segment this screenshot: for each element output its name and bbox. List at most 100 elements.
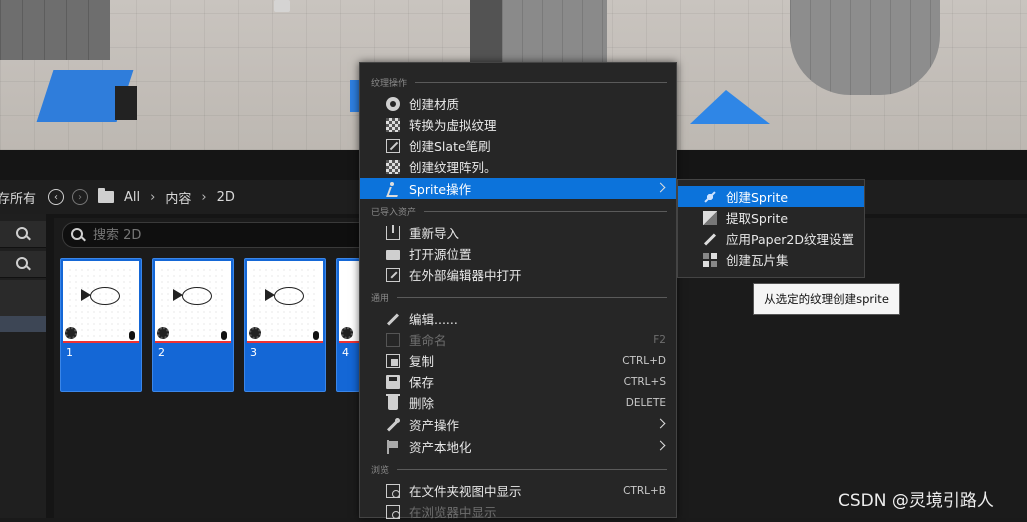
section-divider bbox=[397, 469, 667, 470]
menu-label: 重命名 bbox=[409, 333, 447, 348]
menu-create-slate-brush[interactable]: 创建Slate笔刷 bbox=[360, 135, 676, 156]
actor-icon[interactable] bbox=[274, 0, 290, 12]
search-icon bbox=[71, 228, 85, 242]
menu-show-in-browser[interactable]: 在浏览器中显示 bbox=[360, 501, 676, 522]
section-divider bbox=[397, 297, 667, 298]
folder-tree[interactable] bbox=[0, 280, 46, 316]
asset-tile[interactable]: 4 bbox=[336, 258, 360, 392]
menu-label: 创建材质 bbox=[409, 97, 460, 112]
search-icon bbox=[16, 227, 30, 241]
menu-convert-virtual-texture[interactable]: 转换为虚拟纹理 bbox=[360, 114, 676, 135]
menu-open-external-editor[interactable]: 在外部编辑器中打开 bbox=[360, 264, 676, 285]
selected-folder-row[interactable] bbox=[0, 316, 46, 332]
chevron-right-icon bbox=[655, 418, 666, 429]
menu-show-in-folder-view[interactable]: 在文件夹视图中显示 CTRL+B bbox=[360, 480, 676, 501]
menu-label: 复制 bbox=[409, 354, 435, 369]
menu-open-source-location[interactable]: 打开源位置 bbox=[360, 243, 676, 264]
menu-rename[interactable]: 重命名 F2 bbox=[360, 329, 676, 350]
section-label: 已导入资产 bbox=[371, 208, 417, 218]
breadcrumb-separator-icon[interactable]: › bbox=[201, 190, 206, 205]
section-label: 纹理操作 bbox=[371, 79, 408, 89]
shortcut-label: CTRL+D bbox=[622, 354, 666, 367]
search-icon bbox=[16, 257, 30, 271]
asset-name: 3 bbox=[250, 346, 257, 359]
menu-reimport[interactable]: 重新导入 bbox=[360, 222, 676, 243]
chevron-right-icon bbox=[655, 182, 666, 193]
folder-search-icon bbox=[386, 504, 400, 519]
texture-type-icon bbox=[249, 327, 261, 339]
texture-type-icon bbox=[65, 327, 77, 339]
menu-create-texture-array[interactable]: 创建纹理阵列。 bbox=[360, 156, 676, 177]
fish-body bbox=[274, 287, 304, 305]
menu-label: 在文件夹视图中显示 bbox=[409, 484, 522, 499]
asset-thumbnail bbox=[339, 261, 359, 343]
save-icon bbox=[386, 374, 400, 389]
section-imported-asset: 已导入资产 bbox=[371, 205, 667, 218]
submenu-apply-paper2d-settings[interactable]: 应用Paper2D纹理设置 bbox=[678, 228, 864, 249]
folder-icon[interactable] bbox=[98, 188, 115, 203]
section-label: 通用 bbox=[371, 294, 390, 304]
asset-name: 2 bbox=[158, 346, 165, 359]
menu-label: 重新导入 bbox=[409, 226, 460, 241]
menu-label: 提取Sprite bbox=[726, 211, 789, 226]
breadcrumb-all[interactable]: All bbox=[124, 190, 140, 205]
viewport-pillar-shadow bbox=[470, 0, 502, 65]
viewport-cube-shadow bbox=[115, 86, 137, 120]
viewport-cylinder bbox=[790, 0, 940, 95]
asset-tile[interactable]: 2 bbox=[152, 258, 234, 392]
viewport-wall bbox=[0, 0, 110, 60]
chevron-right-icon bbox=[655, 440, 666, 451]
material-icon bbox=[386, 96, 400, 111]
checker-icon bbox=[386, 159, 400, 174]
wrench-icon bbox=[386, 417, 400, 432]
shortcut-label: CTRL+S bbox=[623, 375, 666, 388]
asset-search-box[interactable] bbox=[62, 222, 384, 248]
trash-icon bbox=[386, 393, 400, 410]
forward-arrow-icon[interactable]: › bbox=[72, 189, 89, 205]
menu-save[interactable]: 保存 CTRL+S bbox=[360, 371, 676, 392]
save-all-button[interactable]: 保存所有 bbox=[0, 188, 36, 207]
shortcut-label: DELETE bbox=[625, 396, 666, 409]
menu-label: 在浏览器中显示 bbox=[409, 505, 497, 520]
menu-asset-localization[interactable]: 资产本地化 bbox=[360, 436, 676, 457]
texture-type-icon bbox=[341, 327, 353, 339]
submenu-create-sprite[interactable]: 创建Sprite bbox=[678, 186, 864, 207]
create-sprite-icon bbox=[703, 189, 717, 204]
tooltip: 从选定的纹理创建sprite bbox=[753, 283, 900, 315]
watermark: CSDN @灵境引路人 bbox=[838, 491, 994, 511]
menu-delete[interactable]: 删除 DELETE bbox=[360, 392, 676, 413]
menu-label: 编辑...... bbox=[409, 312, 458, 327]
menu-label: 创建Sprite bbox=[726, 190, 789, 205]
section-browse: 浏览 bbox=[371, 463, 667, 476]
reimport-icon bbox=[386, 224, 400, 240]
submenu-extract-sprites[interactable]: 提取Sprite bbox=[678, 207, 864, 228]
menu-label: 打开源位置 bbox=[409, 247, 472, 262]
asset-tile[interactable]: 3 bbox=[244, 258, 326, 392]
section-common: 通用 bbox=[371, 291, 667, 304]
brush-icon bbox=[386, 138, 400, 153]
section-label: 浏览 bbox=[371, 466, 390, 476]
menu-sprite-actions[interactable]: Sprite操作 bbox=[360, 178, 676, 199]
asset-tile[interactable]: 1 bbox=[60, 258, 142, 392]
sprite-icon bbox=[386, 181, 400, 196]
asset-thumbnail bbox=[155, 261, 231, 343]
collections-search-button[interactable] bbox=[0, 251, 46, 278]
asset-search-input[interactable] bbox=[91, 226, 355, 244]
breadcrumb-2d[interactable]: 2D bbox=[217, 190, 235, 205]
menu-label: 创建纹理阵列。 bbox=[409, 160, 497, 175]
status-dot bbox=[129, 331, 135, 340]
menu-label: 创建瓦片集 bbox=[726, 253, 789, 268]
shortcut-label: F2 bbox=[653, 333, 666, 346]
breadcrumb-content[interactable]: 内容 bbox=[165, 188, 191, 207]
menu-label: 保存 bbox=[409, 375, 435, 390]
menu-duplicate[interactable]: 复制 CTRL+D bbox=[360, 350, 676, 371]
menu-edit[interactable]: 编辑...... bbox=[360, 308, 676, 329]
menu-asset-actions[interactable]: 资产操作 bbox=[360, 414, 676, 435]
breadcrumb-separator-icon[interactable]: › bbox=[150, 190, 155, 205]
sources-search-button[interactable] bbox=[0, 221, 46, 248]
texture-type-icon bbox=[157, 327, 169, 339]
menu-create-material[interactable]: 创建材质 bbox=[360, 93, 676, 114]
submenu-create-tile-set[interactable]: 创建瓦片集 bbox=[678, 249, 864, 270]
asset-name: 4 bbox=[342, 346, 349, 359]
back-arrow-icon[interactable]: ‹ bbox=[48, 189, 65, 205]
